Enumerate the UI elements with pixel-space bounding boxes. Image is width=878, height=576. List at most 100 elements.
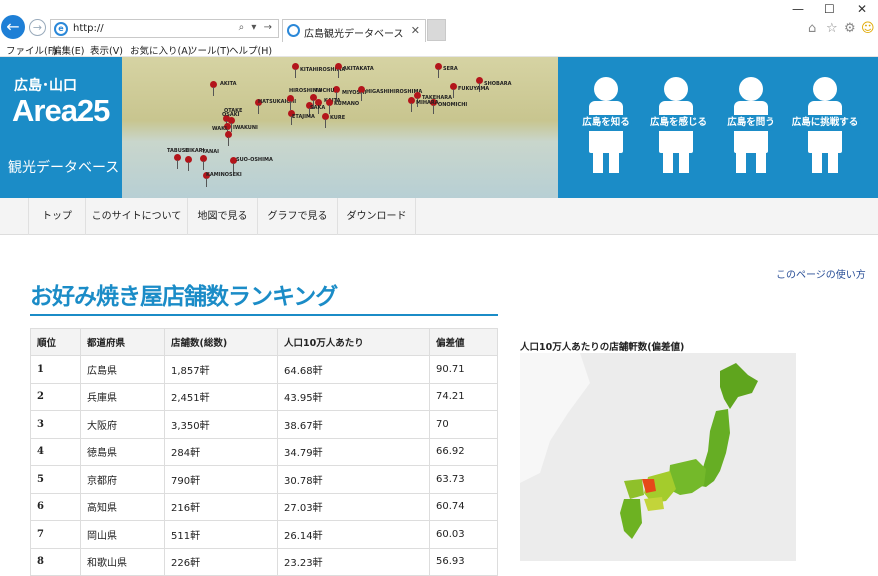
- table-row: 7 岡山県 511軒 26.14軒 60.03: [30, 520, 498, 549]
- table-row: 6 高知県 216軒 27.03軒 60.74: [30, 492, 498, 521]
- hiroshima-shape: [642, 479, 656, 493]
- ie-icon: e: [54, 22, 68, 36]
- nav-figure-challenge[interactable]: 広島に挑戦する: [789, 77, 861, 177]
- figure-label[interactable]: 広島を知る: [580, 115, 632, 131]
- map-pin-label: SUO-OSHIMA: [236, 157, 273, 163]
- ranking-table: 順位 都道府県 店舗数(総数) 人口10万人あたり 偏差値 1 広島県 1,857軒…: [30, 328, 498, 576]
- map-pin: [335, 63, 342, 78]
- figure-head: [594, 77, 618, 101]
- hokkaido-shape: [720, 363, 758, 409]
- close-window-icon[interactable]: ✕: [857, 2, 867, 16]
- cell: 徳島県: [80, 437, 165, 466]
- nav-figure-know[interactable]: 広島を知る: [580, 77, 632, 177]
- cell: 66.92: [429, 437, 498, 466]
- table-row: 5 京都府 790軒 30.78軒 63.73: [30, 465, 498, 494]
- cell: 60.74: [429, 492, 498, 521]
- map-pin-label: SAKA: [310, 105, 326, 111]
- menu-edit[interactable]: 編集(E): [52, 43, 84, 57]
- cell: 広島県: [80, 355, 165, 384]
- table-row: 2 兵庫県 2,451軒 43.95軒 74.21: [30, 382, 498, 411]
- nav-about[interactable]: このサイトについて: [86, 198, 188, 235]
- close-tab-icon[interactable]: ✕: [411, 24, 420, 37]
- cell: 兵庫県: [80, 382, 165, 411]
- gear-icon[interactable]: ⚙: [844, 21, 856, 36]
- japan-choropleth-map[interactable]: [520, 353, 796, 561]
- map-pin-label: AKITAKATA: [343, 66, 374, 72]
- favorites-star-icon[interactable]: ☆: [826, 21, 838, 36]
- site-header: 広島･山口 Area25 観光データベース AKITA KITAHIROSHIM…: [0, 57, 878, 198]
- map-pin-label: KUMANO: [334, 101, 360, 107]
- figure-head: [813, 77, 837, 101]
- nav-top[interactable]: トップ: [28, 198, 86, 235]
- site-logo[interactable]: 広島･山口 Area25 観光データベース: [0, 57, 122, 198]
- menu-tools[interactable]: ツール(T): [188, 43, 230, 57]
- table-row: 1 広島県 1,857軒 64.68軒 90.71: [30, 355, 498, 384]
- smiley-feedback-icon[interactable]: ☺: [861, 21, 875, 36]
- col-prefecture: 都道府県: [80, 328, 165, 356]
- cell: 高知県: [80, 492, 165, 521]
- logo-subtitle: 観光データベース: [8, 160, 120, 176]
- home-icon[interactable]: ⌂: [808, 21, 816, 36]
- nav-download[interactable]: ダウンロード: [338, 198, 416, 235]
- table-row: 8 和歌山県 226軒 23.23軒 56.93: [30, 547, 498, 576]
- cell: 226軒: [164, 547, 278, 576]
- maximize-icon[interactable]: ☐: [824, 2, 835, 16]
- section-figures: 広島を知る 広島を感じる 広島を問う 広島に挑戦する: [558, 57, 878, 198]
- title-underline: [30, 314, 498, 316]
- nav-figure-ask[interactable]: 広島を問う: [725, 77, 777, 177]
- cell: 30.78軒: [277, 465, 430, 494]
- logo-region: 広島･山口: [14, 78, 77, 94]
- howto-link[interactable]: このページの使い方: [776, 266, 866, 281]
- map-pin: [292, 63, 299, 78]
- cell: 8: [30, 547, 81, 576]
- cell: 4: [30, 437, 81, 466]
- figure-leg: [609, 151, 619, 173]
- nav-graph[interactable]: グラフで見る: [258, 198, 338, 235]
- kyushu-shape: [620, 499, 642, 539]
- minimize-icon[interactable]: —: [792, 2, 804, 16]
- address-bar[interactable]: e http:// ⌕ ▾ →: [50, 19, 279, 38]
- cell: 和歌山県: [80, 547, 165, 576]
- header-map-image: AKITA KITAHIROSHIMA AKITAKATA SERA MIYOS…: [122, 57, 558, 198]
- cell: 2,451軒: [164, 382, 278, 411]
- figure-label[interactable]: 広島を感じる: [650, 115, 707, 131]
- menu-view[interactable]: 表示(V): [90, 43, 123, 57]
- new-tab-button[interactable]: [427, 19, 446, 41]
- cell: 43.95軒: [277, 382, 430, 411]
- figure-label[interactable]: 広島に挑戦する: [789, 115, 861, 131]
- map-pin-label: HIKARI: [185, 148, 205, 154]
- menu-file[interactable]: ファイル(F): [6, 43, 57, 57]
- tab-active[interactable]: 広島観光データベース ✕: [282, 19, 426, 42]
- chugoku-shape: [624, 479, 644, 499]
- cell: 3,350軒: [164, 410, 278, 439]
- map-pin: [450, 83, 457, 98]
- cell: 5: [30, 465, 81, 494]
- tab-title: 広島観光データベース: [304, 29, 404, 40]
- menu-help[interactable]: ヘルプ(H): [229, 43, 272, 57]
- cell: 23.23軒: [277, 547, 430, 576]
- cell: 京都府: [80, 465, 165, 494]
- figure-label[interactable]: 広島を問う: [725, 115, 777, 131]
- map-pin: [435, 63, 442, 78]
- cell: 38.67軒: [277, 410, 430, 439]
- map-caption: 人口10万人あたりの店舗軒数(偏差値): [520, 342, 685, 353]
- cell: 70: [429, 410, 498, 439]
- search-icon[interactable]: ⌕ ▾ →: [239, 22, 274, 33]
- map-pin: [414, 92, 421, 107]
- forward-button[interactable]: →: [29, 19, 46, 36]
- nav-map[interactable]: 地図で見る: [188, 198, 258, 235]
- cell: 790軒: [164, 465, 278, 494]
- map-pin-label: ETAJIMA: [292, 114, 315, 120]
- map-pin-label: IWAKUNI: [233, 125, 258, 131]
- menu-bar: ファイル(F) 編集(E) 表示(V) お気に入り(A) ツール(T) ヘルプ(…: [0, 42, 878, 57]
- col-stores: 店舗数(総数): [164, 328, 278, 356]
- map-pin: [408, 97, 415, 112]
- map-pin-label: KAMINOSEKI: [206, 172, 242, 178]
- mainland-asia-shape: [520, 353, 590, 483]
- address-url[interactable]: http://: [73, 23, 104, 34]
- figure-leg: [812, 151, 822, 173]
- menu-favorites[interactable]: お気に入り(A): [130, 43, 191, 57]
- cell: 7: [30, 520, 81, 549]
- nav-figure-feel[interactable]: 広島を感じる: [650, 77, 707, 177]
- back-button[interactable]: ←: [1, 15, 25, 39]
